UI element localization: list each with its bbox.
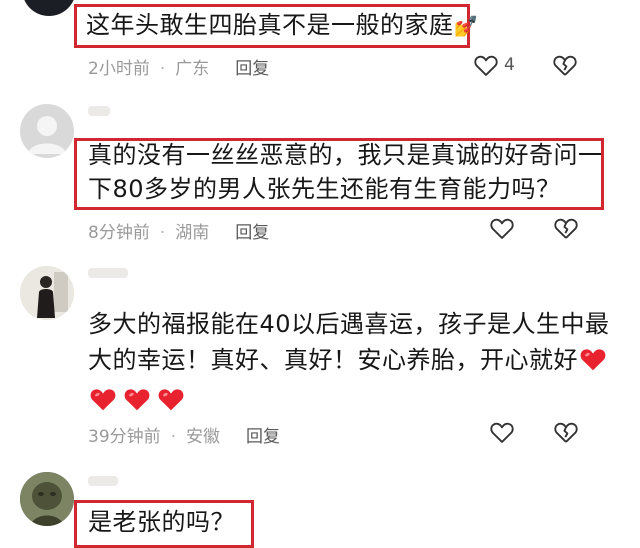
red-heart-icon	[90, 389, 116, 411]
comment-line-text: 大的幸运！真好、真好！安心养胎，开心就好	[88, 346, 578, 374]
heart-outline-icon[interactable]	[488, 418, 516, 446]
person-photo	[20, 266, 74, 320]
default-user-icon	[28, 116, 66, 154]
comment-time: 39分钟前	[88, 427, 161, 447]
nickname-blurred	[88, 476, 118, 486]
red-heart-icon	[158, 389, 184, 411]
comment-text: 真的没有一丝丝恶意的，我只是真诚的好奇问一 下80多岁的男人张先生还能有生育能力…	[88, 138, 603, 206]
reply-button[interactable]: 回复	[246, 427, 280, 447]
heart-outline-icon[interactable]	[488, 214, 516, 242]
comment-meta: 8分钟前 · 湖南 回复	[88, 218, 269, 243]
comment-meta: 39分钟前 · 安徽 回复	[88, 422, 280, 447]
comment-line: 真的没有一丝丝恶意的，我只是真诚的好奇问一	[88, 141, 603, 169]
meta-separator: ·	[170, 427, 177, 447]
avatar[interactable]	[20, 266, 74, 320]
broken-heart-icon[interactable]	[552, 214, 580, 242]
comment-time: 8分钟前	[88, 223, 150, 243]
comment-location: 湖南	[175, 223, 210, 243]
comment-text: 是老张的吗？	[88, 505, 235, 539]
broken-heart-icon[interactable]	[551, 51, 579, 79]
like-count: 4	[504, 55, 515, 75]
heart-outline-icon[interactable]	[472, 51, 500, 79]
avatar[interactable]	[20, 472, 74, 526]
comment-line: 多大的福报能在40以后遇喜运，孩子是人生中最	[88, 310, 610, 338]
comment-text: 多大的福报能在40以后遇喜运，孩子是人生中最 大的幸运！真好、真好！安心养胎，开…	[88, 306, 610, 418]
reply-button[interactable]: 回复	[235, 223, 269, 243]
comment-text-content: 是老张的吗？	[88, 508, 235, 536]
meta-separator: ·	[159, 59, 166, 79]
meta-separator: ·	[159, 223, 166, 243]
comment-text: 这年头敢生四胎真不是一般的家庭💅	[86, 8, 479, 43]
avatar[interactable]	[22, 0, 76, 16]
red-heart-icon	[124, 389, 150, 411]
nickname-blurred	[88, 268, 128, 278]
broken-heart-icon[interactable]	[552, 418, 580, 446]
comment-line: 大的幸运！真好、真好！安心养胎，开心就好	[88, 342, 610, 378]
comment-location: 广东	[175, 59, 210, 79]
nickname-blurred	[88, 106, 110, 116]
statue-photo	[20, 472, 74, 526]
red-heart-icon	[580, 349, 606, 371]
avatar[interactable]	[20, 104, 74, 158]
comment-time: 2小时前	[88, 59, 150, 79]
comment-location: 安徽	[186, 427, 221, 447]
comment-text-content: 这年头敢生四胎真不是一般的家庭	[86, 11, 454, 39]
comment-line: 下80多岁的男人张先生还能有生育能力吗？	[88, 175, 561, 203]
comment-meta: 2小时前 · 广东 回复	[88, 54, 269, 79]
heart-emoji-row	[88, 382, 610, 418]
nail-polish-emoji: 💅	[453, 14, 479, 38]
reply-button[interactable]: 回复	[235, 59, 269, 79]
